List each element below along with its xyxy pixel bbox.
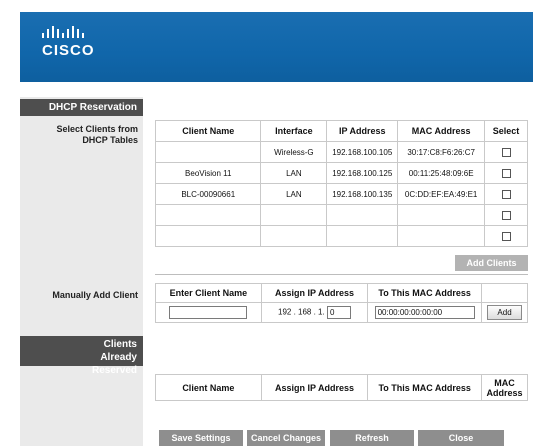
col-select: Select [484, 120, 528, 142]
col-assign-ip: Assign IP Address [260, 283, 369, 303]
select-checkbox[interactable] [501, 189, 511, 199]
cell-mac: 30:17:C8:F6:26:C7 [397, 141, 486, 163]
cell-ip [326, 225, 399, 247]
table-row: BeoVision 11 LAN 192.168.100.125 00:11:2… [154, 162, 528, 184]
col-client-name: Client Name [154, 120, 262, 142]
client-name-input[interactable] [169, 306, 248, 319]
ip-last-octet-input[interactable]: 0 [326, 306, 351, 319]
table-row [154, 204, 528, 226]
header-bar: CISCO [20, 12, 533, 82]
col-enter-client-name: Enter Client Name [155, 283, 262, 303]
manually-add-label: Manually Add Client [52, 290, 138, 300]
cell-ip-input: 192 . 168 . 1. 0 [260, 302, 369, 323]
cell-ip [326, 204, 399, 226]
select-checkbox[interactable] [501, 147, 511, 157]
select-clients-label: Select Clients from DHCP Tables [56, 124, 138, 145]
table-header-row: Client Name Interface IP Address MAC Add… [154, 120, 528, 142]
manual-add-table: Enter Client Name Assign IP Address To T… [155, 283, 528, 323]
dhcp-clients-table: Client Name Interface IP Address MAC Add… [154, 120, 528, 247]
select-checkbox[interactable] [501, 210, 511, 220]
table-header-row: Client Name Assign IP Address To This MA… [155, 374, 528, 401]
router-config-page: CISCO DHCP Reservation Select Clients fr… [0, 0, 533, 446]
col-to-mac: To This MAC Address [367, 374, 483, 401]
cell-ip: 192.168.100.135 [326, 183, 399, 205]
ip-prefix: 192 . 168 . 1. [278, 307, 325, 317]
close-button[interactable]: Close [418, 430, 504, 446]
cell-select [484, 204, 528, 226]
cell-mac: 0C:DD:EF:EA:49:E1 [397, 183, 486, 205]
refresh-button[interactable]: Refresh [330, 430, 414, 446]
cell-interface [260, 204, 328, 226]
cisco-bars-icon [42, 26, 84, 38]
cell-mac [397, 204, 486, 226]
cell-mac: 00:11:25:48:09:6E [397, 162, 486, 184]
divider [155, 274, 528, 275]
col-ip-address: IP Address [326, 120, 399, 142]
cell-client-name [154, 204, 262, 226]
col-mac-address: MAC Address [397, 120, 486, 142]
table-row: 192 . 168 . 1. 0 00:00:00:00:00:00 Add [155, 302, 528, 323]
table-row [154, 225, 528, 247]
cancel-changes-button[interactable]: Cancel Changes [247, 430, 325, 446]
col-mac: To This MAC Address [367, 283, 483, 303]
cell-mac-input: 00:00:00:00:00:00 [367, 302, 483, 323]
logo-text: CISCO [42, 42, 95, 59]
cell-client-name: BLC-00090661 [154, 183, 262, 205]
cell-interface: LAN [260, 162, 328, 184]
cell-interface: Wireless-G [260, 141, 328, 163]
cell-add: Add [481, 302, 528, 323]
save-settings-button[interactable]: Save Settings [159, 430, 243, 446]
cell-interface: LAN [260, 183, 328, 205]
left-column [20, 97, 143, 446]
cisco-logo: CISCO [42, 26, 95, 59]
table-row: Wireless-G 192.168.100.105 30:17:C8:F6:2… [154, 141, 528, 163]
table-row: BLC-00090661 LAN 192.168.100.135 0C:DD:E… [154, 183, 528, 205]
col-empty [481, 283, 528, 303]
col-assign-ip: Assign IP Address [260, 374, 369, 401]
add-clients-button[interactable]: Add Clients [455, 255, 528, 271]
cell-client-name-input [155, 302, 262, 323]
select-checkbox[interactable] [501, 231, 511, 241]
col-client-name: Client Name [155, 374, 262, 401]
cell-client-name [154, 225, 262, 247]
cell-client-name: BeoVision 11 [154, 162, 262, 184]
section-dhcp-reservation: DHCP Reservation [20, 99, 143, 116]
cell-interface [260, 225, 328, 247]
cell-ip: 192.168.100.125 [326, 162, 399, 184]
select-checkbox[interactable] [501, 168, 511, 178]
cell-client-name [154, 141, 262, 163]
add-button[interactable]: Add [487, 305, 522, 320]
col-interface: Interface [260, 120, 328, 142]
col-mac-address: MAC Address [481, 374, 528, 401]
cell-select [484, 162, 528, 184]
cell-select [484, 225, 528, 247]
table-header-row: Enter Client Name Assign IP Address To T… [155, 283, 528, 303]
cell-mac [397, 225, 486, 247]
cell-select [484, 141, 528, 163]
cell-ip: 192.168.100.105 [326, 141, 399, 163]
reserved-clients-table: Client Name Assign IP Address To This MA… [155, 374, 528, 401]
cell-select [484, 183, 528, 205]
section-clients-reserved: Clients Already Reserved [20, 336, 143, 376]
mac-address-input[interactable]: 00:00:00:00:00:00 [374, 306, 475, 319]
